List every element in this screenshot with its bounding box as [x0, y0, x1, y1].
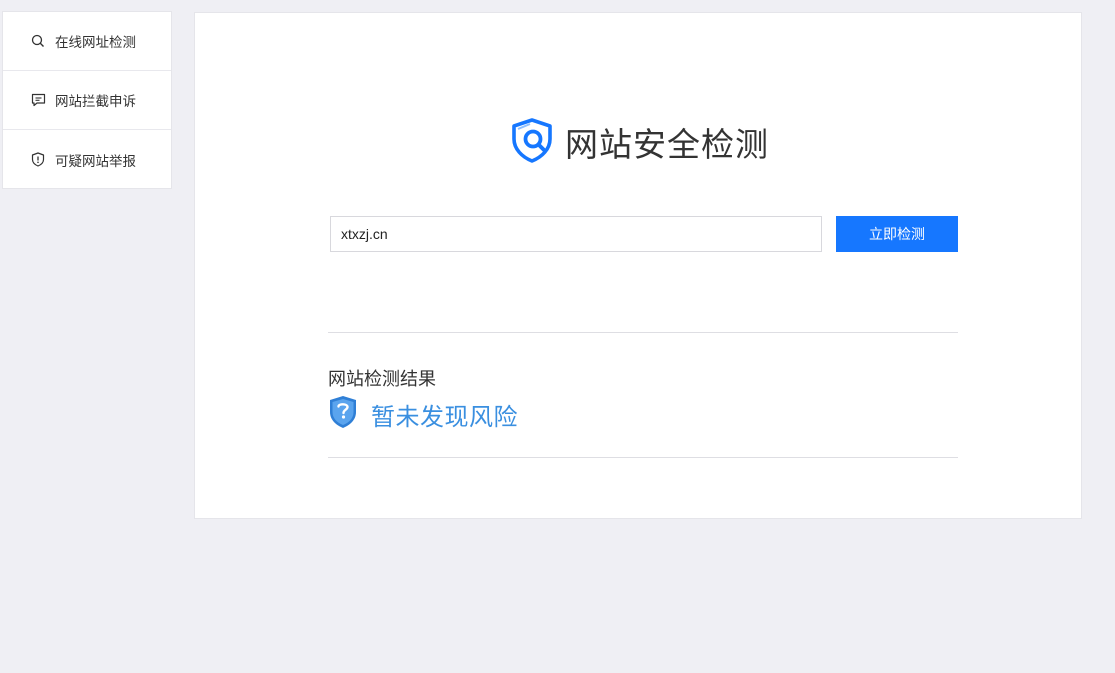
- sidebar-item-url-check[interactable]: 在线网址检测: [3, 12, 171, 71]
- sidebar-item-label: 可疑网站举报: [55, 153, 136, 170]
- sidebar: 在线网址检测 网站拦截申诉 可疑网站举报: [2, 11, 172, 189]
- search-icon: [30, 33, 46, 49]
- result-status-text: 暂未发现风险: [371, 402, 518, 431]
- result-status: 暂未发现风险: [328, 395, 518, 433]
- page-title: 网站安全检测: [565, 125, 769, 164]
- sidebar-item-label: 在线网址检测: [55, 35, 136, 51]
- result-heading: 网站检测结果: [328, 369, 436, 390]
- url-search-input[interactable]: [330, 216, 822, 252]
- message-icon: [30, 92, 46, 108]
- shield-search-icon: [509, 117, 555, 167]
- sidebar-item-appeal[interactable]: 网站拦截申诉: [3, 71, 171, 130]
- check-now-button[interactable]: 立即检测: [836, 216, 958, 252]
- sidebar-item-report[interactable]: 可疑网站举报: [3, 130, 171, 189]
- main-panel: 网站安全检测 立即检测 网站检测结果 暂未发现风险: [194, 12, 1082, 519]
- divider: [328, 332, 958, 333]
- logo: 网站安全检测: [509, 117, 769, 167]
- divider: [328, 457, 958, 458]
- shield-alert-icon: [30, 152, 46, 168]
- sidebar-item-label: 网站拦截申诉: [55, 94, 136, 110]
- shield-question-icon: [328, 395, 358, 433]
